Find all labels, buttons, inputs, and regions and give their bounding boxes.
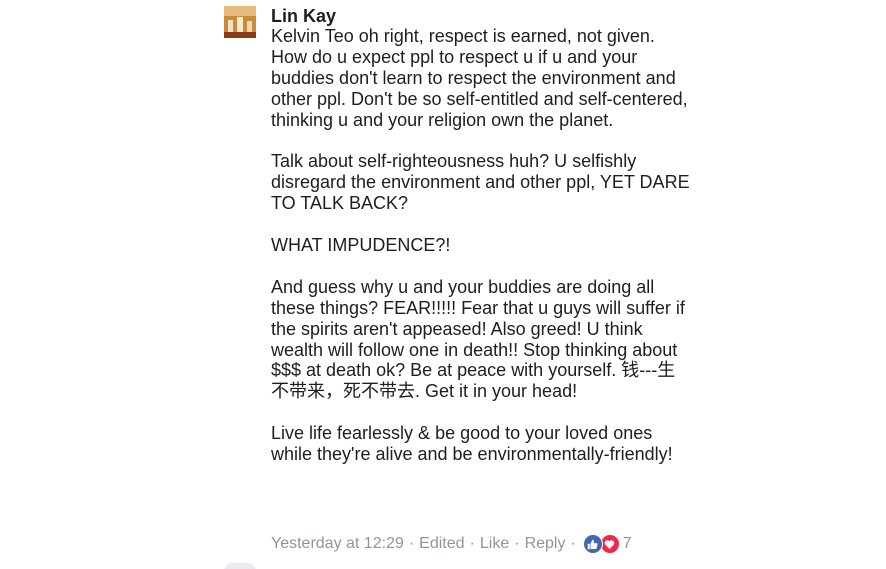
reactions-summary[interactable]: 7: [582, 534, 632, 554]
reply-button[interactable]: Reply: [525, 534, 566, 554]
comment-paragraph-5: Live life fearlessly & be good to your l…: [271, 423, 673, 465]
comment-paragraph-4: And guess why u and your buddies are doi…: [271, 276, 685, 402]
comment-author[interactable]: Lin Kay: [271, 6, 691, 26]
comment-timestamp[interactable]: Yesterday at 12:29: [271, 534, 404, 554]
reaction-count: 7: [622, 535, 632, 552]
comment-paragraph-2: Talk about self-righteousness huh? U sel…: [271, 151, 690, 214]
comment-paragraph-3: WHAT IMPUDENCE?!: [271, 235, 451, 256]
comment-paragraph-1: Kelvin Teo oh right, respect is earned, …: [271, 26, 688, 130]
like-reaction-icon: [582, 534, 603, 554]
edited-label[interactable]: Edited: [419, 534, 464, 554]
like-button[interactable]: Like: [480, 534, 509, 554]
avatar-photo-icon[interactable]: [224, 6, 256, 38]
meta-separator: ·: [469, 535, 475, 552]
love-reaction-icon: [599, 534, 620, 554]
next-comment-avatar: [224, 563, 256, 569]
comment-body: Lin Kay Kelvin Teo oh right, respect is …: [271, 6, 691, 465]
meta-separator: ·: [514, 535, 520, 552]
comment-meta: Yesterday at 12:29 · Edited · Like · Rep…: [271, 534, 632, 554]
meta-separator: ·: [408, 535, 415, 552]
meta-separator: ·: [570, 535, 576, 552]
